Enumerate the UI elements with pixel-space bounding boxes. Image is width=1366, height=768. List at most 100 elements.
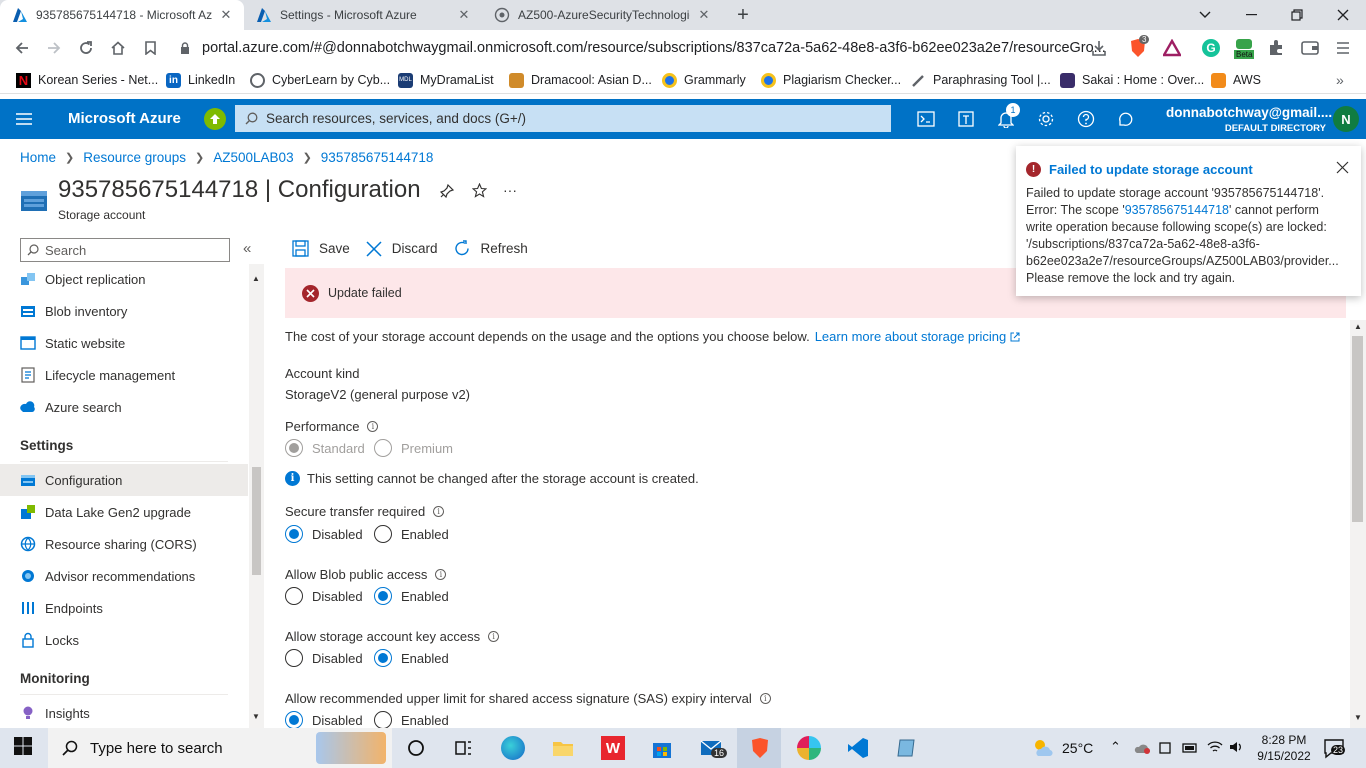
scrollbar-thumb[interactable] bbox=[1352, 336, 1363, 522]
info-icon[interactable]: i bbox=[433, 506, 445, 517]
back-button[interactable] bbox=[10, 36, 34, 60]
info-icon[interactable]: i bbox=[435, 569, 447, 580]
external-link-icon[interactable] bbox=[1010, 332, 1020, 342]
bookmark-sakai[interactable]: Sakai : Home : Over... bbox=[1060, 70, 1204, 90]
breadcrumb-storage-account[interactable]: 935785675144718 bbox=[321, 150, 434, 165]
toast-title[interactable]: Failed to update storage account bbox=[1049, 162, 1253, 177]
info-icon[interactable]: i bbox=[488, 631, 500, 642]
bookmark-cyberlearn[interactable]: CyberLearn by Cyb... bbox=[250, 70, 390, 90]
tab-search-button[interactable] bbox=[1182, 0, 1228, 30]
sas-expiry-disabled-radio[interactable]: Disabled bbox=[285, 711, 363, 729]
notifications-bell-icon[interactable]: 1 bbox=[994, 103, 1020, 131]
bookmark-plagiarism-checker[interactable]: Plagiarism Checker... bbox=[761, 70, 901, 90]
bookmark-aws[interactable]: AWS bbox=[1211, 70, 1261, 90]
minimize-button[interactable] bbox=[1228, 0, 1274, 30]
close-icon[interactable]: ✕ bbox=[456, 7, 472, 23]
microsoft-store-icon[interactable] bbox=[650, 736, 674, 760]
blob-public-enabled-radio[interactable]: Enabled bbox=[374, 587, 449, 605]
toast-scope-link[interactable]: 935785675144718 bbox=[1125, 203, 1229, 217]
notepad-icon[interactable] bbox=[895, 736, 919, 760]
tab-azure-storage[interactable]: 935785675144718 - Microsoft Azu ✕ bbox=[0, 0, 244, 30]
azure-brand[interactable]: Microsoft Azure bbox=[68, 110, 181, 127]
action-center-icon[interactable]: 23 bbox=[1322, 736, 1346, 760]
sidebar-item-lifecycle-management[interactable]: Lifecycle management bbox=[0, 359, 248, 391]
new-tab-button[interactable]: + bbox=[732, 4, 754, 26]
scroll-up-icon[interactable]: ▲ bbox=[1354, 322, 1362, 331]
sidebar-scrollbar[interactable]: ▲ ▼ bbox=[249, 264, 264, 728]
browser-menu-icon[interactable] bbox=[1336, 40, 1350, 56]
bookmark-netflix[interactable]: N Korean Series - Net... bbox=[16, 70, 158, 90]
brave-rewards-icon[interactable] bbox=[1163, 39, 1181, 57]
sidebar-item-data-lake-gen2[interactable]: Data Lake Gen2 upgrade bbox=[0, 496, 248, 528]
grammarly-extension-icon[interactable]: G bbox=[1202, 39, 1220, 57]
bookmark-dramacool[interactable]: Dramacool: Asian D... bbox=[509, 70, 652, 90]
taskbar-search-input[interactable]: Type here to search bbox=[48, 728, 392, 768]
bookmark-mydramalist[interactable]: MDL MyDramaList bbox=[398, 70, 494, 90]
breadcrumb-resource-groups[interactable]: Resource groups bbox=[83, 150, 186, 165]
settings-gear-icon[interactable] bbox=[1034, 107, 1058, 131]
discard-button[interactable]: Discard bbox=[366, 240, 438, 257]
performance-standard-radio[interactable]: Standard bbox=[285, 439, 365, 457]
avatar[interactable]: N bbox=[1333, 106, 1359, 132]
close-icon[interactable] bbox=[1336, 161, 1349, 174]
url-field[interactable]: portal.azure.com/#@donnabotchwaygmail.on… bbox=[172, 33, 1120, 63]
save-button[interactable]: Save bbox=[292, 240, 350, 257]
close-window-button[interactable] bbox=[1320, 0, 1366, 30]
cloud-shell-icon[interactable] bbox=[914, 107, 938, 131]
blob-public-disabled-radio[interactable]: Disabled bbox=[285, 587, 363, 605]
main-scrollbar[interactable]: ▲ ▼ bbox=[1350, 320, 1366, 728]
close-icon[interactable]: ✕ bbox=[218, 7, 234, 23]
scroll-down-icon[interactable]: ▼ bbox=[1354, 713, 1362, 722]
volume-icon[interactable] bbox=[1229, 740, 1245, 754]
battery-icon[interactable] bbox=[1182, 741, 1198, 755]
wallet-icon[interactable] bbox=[1300, 39, 1320, 57]
more-options-icon[interactable]: ··· bbox=[503, 182, 517, 198]
onedrive-icon[interactable] bbox=[1134, 741, 1152, 755]
performance-premium-radio[interactable]: Premium bbox=[374, 439, 453, 457]
clock[interactable]: 8:28 PM 9/15/2022 bbox=[1250, 732, 1318, 764]
beta-extension-icon[interactable]: Beta bbox=[1234, 36, 1255, 60]
breadcrumb-resource-group[interactable]: AZ500LAB03 bbox=[213, 150, 293, 165]
storage-pricing-link[interactable]: Learn more about storage pricing bbox=[815, 329, 1007, 344]
sidebar-item-configuration[interactable]: Configuration bbox=[0, 464, 248, 496]
directory-filter-icon[interactable] bbox=[954, 107, 978, 131]
camera-icon[interactable] bbox=[1158, 741, 1172, 755]
wifi-icon[interactable] bbox=[1207, 740, 1223, 754]
reload-button[interactable] bbox=[74, 36, 98, 60]
forward-button[interactable] bbox=[42, 36, 66, 60]
vscode-icon[interactable] bbox=[846, 736, 870, 760]
sidebar-item-object-replication[interactable]: Object replication bbox=[0, 263, 248, 295]
account-email[interactable]: donnabotchway@gmail.... bbox=[1166, 105, 1332, 120]
sidebar-item-advisor[interactable]: Advisor recommendations bbox=[0, 560, 248, 592]
close-icon[interactable]: ✕ bbox=[696, 7, 712, 23]
secure-transfer-disabled-radio[interactable]: Disabled bbox=[285, 525, 363, 543]
key-access-disabled-radio[interactable]: Disabled bbox=[285, 649, 363, 667]
wps-office-icon[interactable]: W bbox=[601, 736, 625, 760]
more-bookmarks-icon[interactable]: » bbox=[1336, 72, 1344, 88]
chevron-up-icon[interactable]: ⌃ bbox=[1110, 739, 1121, 755]
sidebar-item-cors[interactable]: Resource sharing (CORS) bbox=[0, 528, 248, 560]
info-icon[interactable]: i bbox=[367, 421, 379, 432]
azure-search-input[interactable]: Search resources, services, and docs (G+… bbox=[235, 105, 891, 132]
brave-browser-icon[interactable] bbox=[748, 736, 772, 760]
file-explorer-icon[interactable] bbox=[551, 736, 575, 760]
home-button[interactable] bbox=[106, 36, 130, 60]
sidebar-item-azure-search[interactable]: Azure search bbox=[0, 391, 248, 423]
mail-icon[interactable]: 16 bbox=[699, 736, 728, 760]
sidebar-item-blob-inventory[interactable]: Blob inventory bbox=[0, 295, 248, 327]
bookmark-grammarly[interactable]: Grammarly bbox=[662, 70, 746, 90]
sidebar-item-locks[interactable]: Locks bbox=[0, 624, 248, 656]
refresh-button[interactable]: Refresh bbox=[454, 240, 528, 257]
hamburger-menu-icon[interactable] bbox=[12, 107, 36, 131]
key-access-enabled-radio[interactable]: Enabled bbox=[374, 649, 449, 667]
weather-temp[interactable]: 25°C bbox=[1062, 740, 1093, 756]
upgrade-icon[interactable] bbox=[204, 108, 226, 130]
cortana-icon[interactable] bbox=[404, 736, 428, 760]
download-icon[interactable] bbox=[1090, 39, 1108, 57]
slack-icon[interactable] bbox=[797, 736, 821, 760]
sidebar-item-static-website[interactable]: Static website bbox=[0, 327, 248, 359]
bookmark-linkedin[interactable]: in LinkedIn bbox=[166, 70, 235, 90]
windows-start-icon[interactable] bbox=[13, 736, 37, 760]
secure-transfer-enabled-radio[interactable]: Enabled bbox=[374, 525, 449, 543]
tab-settings-azure[interactable]: Settings - Microsoft Azure ✕ bbox=[244, 0, 482, 30]
